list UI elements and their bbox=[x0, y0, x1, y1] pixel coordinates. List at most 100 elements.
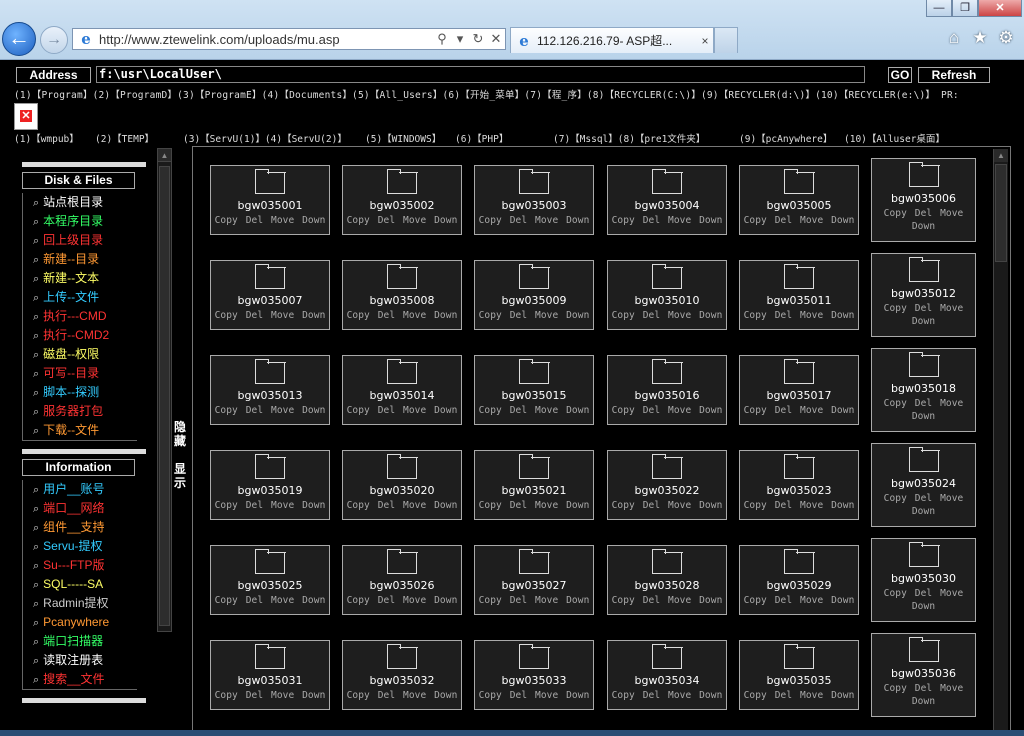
del-link[interactable]: Del bbox=[246, 310, 263, 321]
down-link[interactable]: Down bbox=[566, 500, 589, 511]
folder-name[interactable]: bgw035017 bbox=[740, 390, 858, 402]
copy-link[interactable]: Copy bbox=[744, 690, 767, 701]
down-link[interactable]: Down bbox=[566, 595, 589, 606]
folder-icon[interactable] bbox=[652, 359, 683, 384]
folder-icon[interactable] bbox=[908, 162, 940, 187]
del-link[interactable]: Del bbox=[643, 405, 660, 416]
folder-icon[interactable] bbox=[908, 257, 940, 282]
del-link[interactable]: Del bbox=[246, 215, 263, 226]
down-link[interactable]: Down bbox=[434, 500, 457, 511]
folder-icon[interactable] bbox=[908, 447, 940, 472]
folder-item[interactable]: bgw035030 Copy Del Move Down bbox=[871, 538, 976, 622]
move-link[interactable]: Move bbox=[800, 310, 823, 321]
scrollbar-thumb[interactable] bbox=[995, 164, 1007, 262]
folder-icon[interactable] bbox=[255, 359, 286, 384]
folder-item[interactable]: bgw035034 Copy Del Move Down bbox=[607, 640, 727, 710]
folder-item[interactable]: bgw035029 Copy Del Move Down bbox=[739, 545, 859, 615]
folder-name[interactable]: bgw035021 bbox=[475, 485, 593, 497]
folder-icon[interactable] bbox=[519, 454, 550, 479]
folder-item[interactable]: bgw035011 Copy Del Move Down bbox=[739, 260, 859, 330]
move-link[interactable]: Move bbox=[271, 500, 294, 511]
del-link[interactable]: Del bbox=[915, 398, 932, 409]
del-link[interactable]: Del bbox=[246, 595, 263, 606]
del-link[interactable]: Del bbox=[378, 500, 395, 511]
folder-name[interactable]: bgw035010 bbox=[608, 295, 726, 307]
down-link[interactable]: Down bbox=[566, 690, 589, 701]
folder-icon[interactable] bbox=[784, 264, 815, 289]
down-link[interactable]: Down bbox=[566, 405, 589, 416]
quick-link[interactable]: (2)【TEMP】 bbox=[95, 131, 154, 145]
info-menu-item[interactable]: ⌕ 端口扫描器 bbox=[33, 632, 137, 651]
folder-icon[interactable] bbox=[387, 359, 418, 384]
move-link[interactable]: Move bbox=[535, 405, 558, 416]
folder-icon[interactable] bbox=[387, 549, 418, 574]
del-link[interactable]: Del bbox=[775, 405, 792, 416]
move-link[interactable]: Move bbox=[403, 690, 426, 701]
folder-name[interactable]: bgw035027 bbox=[475, 580, 593, 592]
disk-menu-item[interactable]: ⌕ 本程序目录 bbox=[33, 212, 137, 231]
move-link[interactable]: Move bbox=[403, 215, 426, 226]
copy-link[interactable]: Copy bbox=[744, 595, 767, 606]
folder-name[interactable]: bgw035011 bbox=[740, 295, 858, 307]
move-link[interactable]: Move bbox=[800, 595, 823, 606]
folder-item[interactable]: bgw035028 Copy Del Move Down bbox=[607, 545, 727, 615]
folder-name[interactable]: bgw035016 bbox=[608, 390, 726, 402]
disk-menu-item[interactable]: ⌕ 新建--目录 bbox=[33, 250, 137, 269]
move-link[interactable]: Move bbox=[940, 588, 963, 599]
info-menu-item[interactable]: ⌕ SQL-----SA bbox=[33, 575, 137, 594]
del-link[interactable]: Del bbox=[510, 405, 527, 416]
copy-link[interactable]: Copy bbox=[744, 310, 767, 321]
copy-link[interactable]: Copy bbox=[215, 215, 238, 226]
quick-link[interactable]: (10)【Alluser桌面】 bbox=[844, 131, 945, 145]
del-link[interactable]: Del bbox=[915, 493, 932, 504]
disk-menu-item[interactable]: ⌕ 下载--文件 bbox=[33, 421, 137, 440]
folder-icon[interactable] bbox=[784, 169, 815, 194]
down-link[interactable]: Down bbox=[434, 310, 457, 321]
move-link[interactable]: Move bbox=[800, 500, 823, 511]
back-button[interactable]: ← bbox=[2, 22, 36, 56]
folder-item[interactable]: bgw035004 Copy Del Move Down bbox=[607, 165, 727, 235]
folder-icon[interactable] bbox=[908, 637, 940, 662]
move-link[interactable]: Move bbox=[800, 690, 823, 701]
folder-icon[interactable] bbox=[519, 644, 550, 669]
move-link[interactable]: Move bbox=[535, 310, 558, 321]
scrollbar-thumb[interactable] bbox=[159, 166, 170, 626]
copy-link[interactable]: Copy bbox=[479, 215, 502, 226]
folder-item[interactable]: bgw035008 Copy Del Move Down bbox=[342, 260, 462, 330]
minimize-icon[interactable]: — bbox=[926, 0, 952, 17]
down-link[interactable]: Down bbox=[699, 310, 722, 321]
move-link[interactable]: Move bbox=[800, 215, 823, 226]
copy-link[interactable]: Copy bbox=[884, 683, 907, 694]
move-link[interactable]: Move bbox=[668, 595, 691, 606]
folder-item[interactable]: bgw035036 Copy Del Move Down bbox=[871, 633, 976, 717]
folder-name[interactable]: bgw035002 bbox=[343, 200, 461, 212]
folder-icon[interactable] bbox=[519, 359, 550, 384]
file-panel-scrollbar[interactable]: ▲ bbox=[993, 149, 1008, 735]
move-link[interactable]: Move bbox=[271, 215, 294, 226]
copy-link[interactable]: Copy bbox=[884, 398, 907, 409]
go-button[interactable]: GO bbox=[888, 67, 912, 83]
folder-icon[interactable] bbox=[652, 644, 683, 669]
folder-name[interactable]: bgw035023 bbox=[740, 485, 858, 497]
copy-link[interactable]: Copy bbox=[884, 588, 907, 599]
down-link[interactable]: Down bbox=[699, 595, 722, 606]
disk-menu-item[interactable]: ⌕ 服务器打包 bbox=[33, 402, 137, 421]
copy-link[interactable]: Copy bbox=[612, 500, 635, 511]
del-link[interactable]: Del bbox=[915, 208, 932, 219]
info-menu-item[interactable]: ⌕ 用户__账号 bbox=[33, 480, 137, 499]
folder-item[interactable]: bgw035002 Copy Del Move Down bbox=[342, 165, 462, 235]
favorites-star-icon[interactable]: ★ bbox=[970, 28, 990, 48]
move-link[interactable]: Move bbox=[940, 208, 963, 219]
folder-name[interactable]: bgw035020 bbox=[343, 485, 461, 497]
folder-icon[interactable] bbox=[784, 454, 815, 479]
down-link[interactable]: Down bbox=[912, 316, 935, 327]
hide-sidebar-link[interactable]: 隐藏 bbox=[174, 420, 188, 448]
copy-link[interactable]: Copy bbox=[215, 405, 238, 416]
folder-item[interactable]: bgw035014 Copy Del Move Down bbox=[342, 355, 462, 425]
folder-item[interactable]: bgw035010 Copy Del Move Down bbox=[607, 260, 727, 330]
folder-icon[interactable] bbox=[255, 169, 286, 194]
del-link[interactable]: Del bbox=[775, 310, 792, 321]
url-text[interactable]: http://www.ztewelink.com/uploads/mu.asp bbox=[99, 32, 433, 47]
scroll-up-arrow-icon[interactable]: ▲ bbox=[158, 149, 171, 162]
folder-icon[interactable] bbox=[784, 644, 815, 669]
